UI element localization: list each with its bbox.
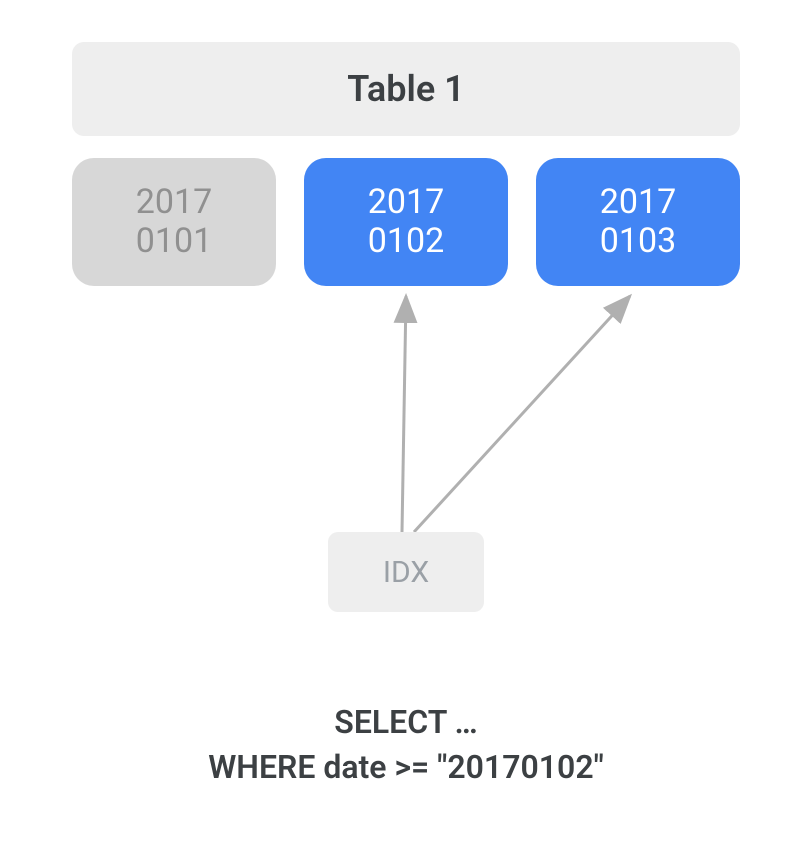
sql-text: SELECT … WHERE date >= "20170102" <box>0 700 812 790</box>
index-label: IDX <box>383 555 429 590</box>
partition-2: 2017 0103 <box>536 158 740 286</box>
table-title: Table 1 <box>347 68 464 110</box>
index-box: IDX <box>328 532 484 612</box>
diagram-canvas: Table 1 2017 0101 2017 0102 2017 0103 <box>72 42 740 286</box>
partition-0: 2017 0101 <box>72 158 276 286</box>
partition-0-line1: 2017 <box>136 183 212 222</box>
partitions-row: 2017 0101 2017 0102 2017 0103 <box>72 158 740 286</box>
partition-1: 2017 0102 <box>304 158 508 286</box>
sql-line1: SELECT … <box>0 700 812 745</box>
arrow-to-partition-2 <box>414 296 630 532</box>
sql-line2: WHERE date >= "20170102" <box>0 745 812 790</box>
partition-1-line2: 0102 <box>368 222 444 261</box>
arrow-to-partition-1 <box>402 296 406 532</box>
partition-1-line1: 2017 <box>368 183 444 222</box>
partition-2-line1: 2017 <box>600 183 676 222</box>
table-header: Table 1 <box>72 42 740 136</box>
partition-0-line2: 0101 <box>136 222 212 261</box>
partition-2-line2: 0103 <box>600 222 676 261</box>
